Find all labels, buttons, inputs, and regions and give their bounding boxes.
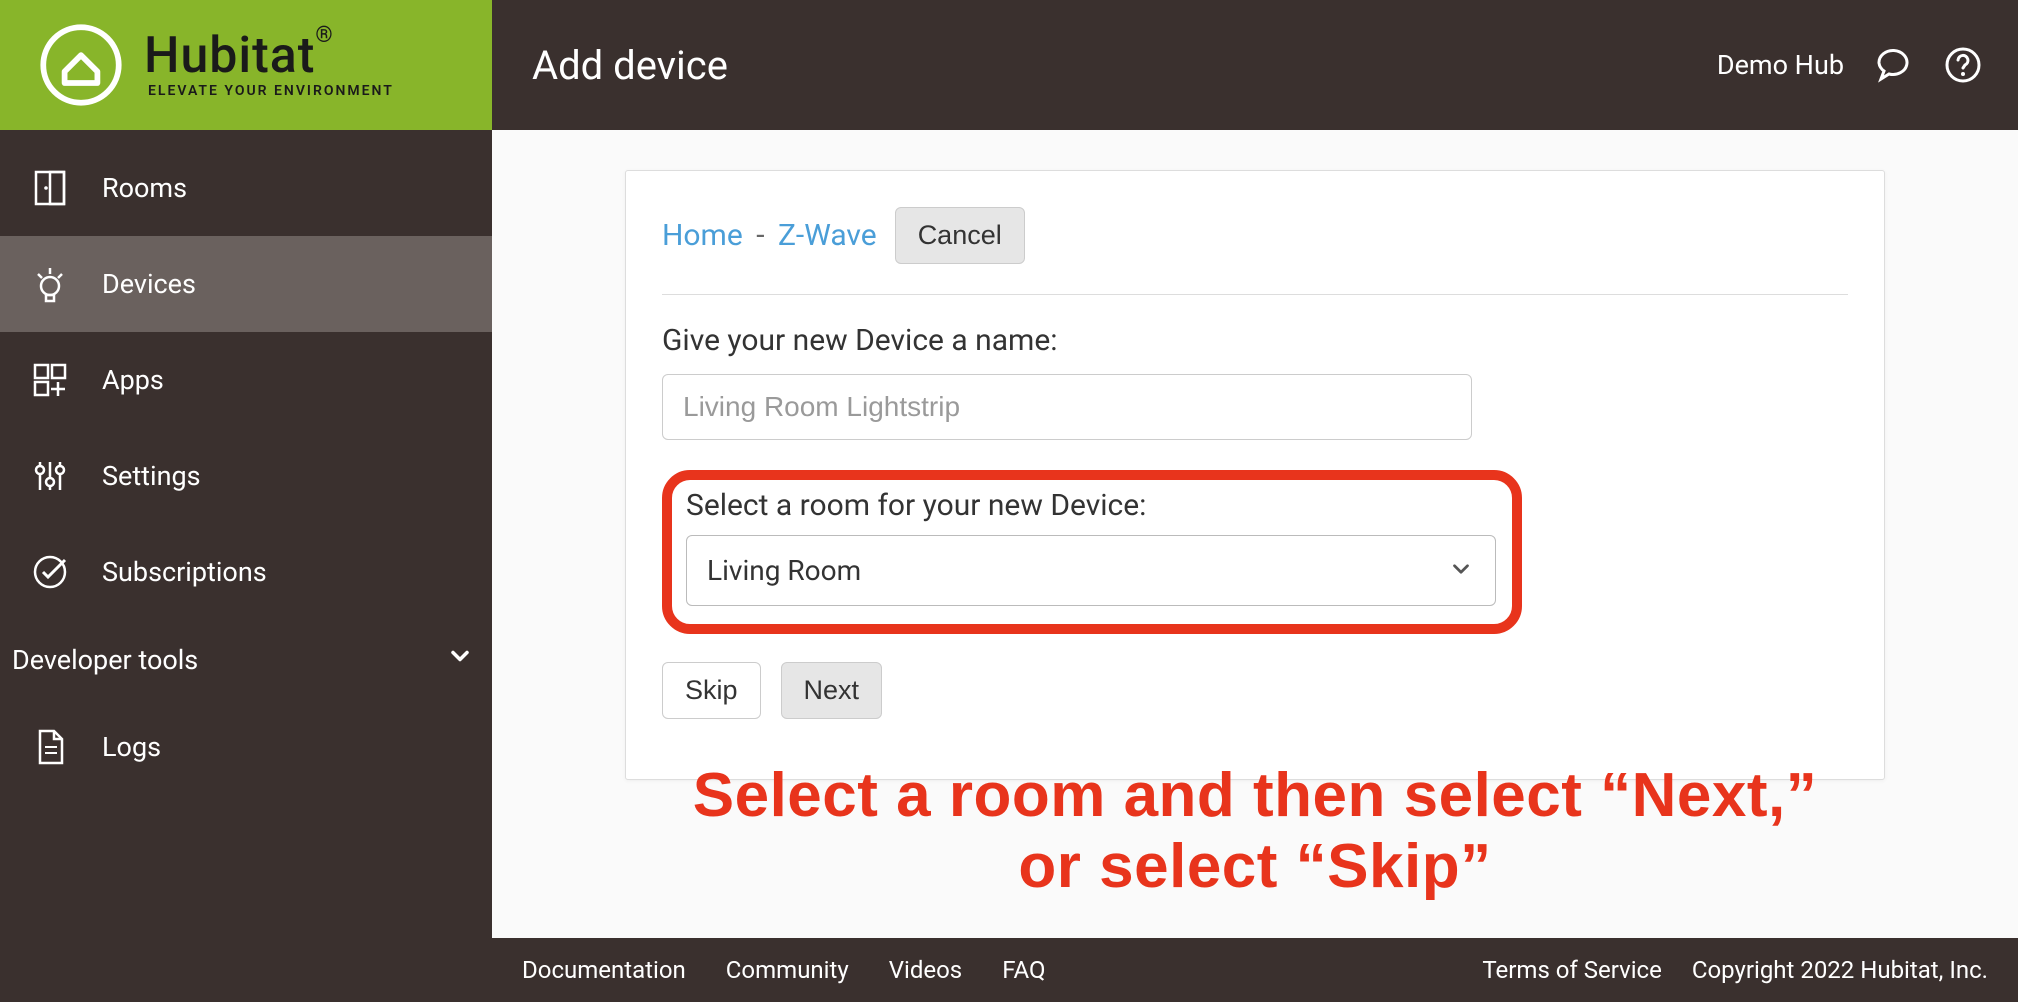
sidebar-item-subscriptions[interactable]: Subscriptions (0, 524, 492, 620)
footer: Documentation Community Videos FAQ Terms… (492, 938, 2018, 1002)
cancel-button[interactable]: Cancel (895, 207, 1025, 264)
sidebar: Hubitat® ELEVATE YOUR ENVIRONMENT Rooms … (0, 0, 492, 1002)
room-highlight-box: Select a room for your new Device: Livin… (662, 470, 1522, 634)
footer-link-faq[interactable]: FAQ (1002, 956, 1045, 984)
sliders-icon (28, 454, 72, 498)
device-name-label: Give your new Device a name: (662, 323, 1848, 358)
content: Home - Z-Wave Cancel Give your new Devic… (492, 130, 2018, 938)
instruction-annotation: Select a room and then select “Next,” or… (542, 760, 1968, 903)
topbar: Add device Demo Hub (492, 0, 2018, 130)
sidebar-item-settings[interactable]: Settings (0, 428, 492, 524)
document-icon (28, 725, 72, 769)
nav: Rooms Devices Apps Settings (0, 130, 492, 1002)
room-select[interactable]: Living Room (686, 535, 1496, 606)
next-button[interactable]: Next (781, 662, 883, 719)
main: Add device Demo Hub Home - Z-Wave (492, 0, 2018, 1002)
bulb-icon (28, 262, 72, 306)
sidebar-item-logs[interactable]: Logs (0, 699, 492, 795)
logo[interactable]: Hubitat® ELEVATE YOUR ENVIRONMENT (0, 0, 492, 130)
section-label: Developer tools (12, 644, 198, 676)
sidebar-section-developer-tools[interactable]: Developer tools (0, 620, 492, 699)
footer-copyright: Copyright 2022 Hubitat, Inc. (1692, 956, 1988, 984)
sidebar-item-label: Logs (102, 731, 161, 763)
device-name-input[interactable] (662, 374, 1472, 440)
door-icon (28, 166, 72, 210)
room-select-label: Select a room for your new Device: (686, 488, 1498, 523)
sidebar-item-label: Apps (102, 364, 164, 396)
sidebar-item-rooms[interactable]: Rooms (0, 140, 492, 236)
footer-link-videos[interactable]: Videos (889, 956, 962, 984)
footer-link-tos[interactable]: Terms of Service (1482, 956, 1661, 984)
footer-link-community[interactable]: Community (726, 956, 849, 984)
chevron-down-icon (446, 642, 474, 677)
hub-name[interactable]: Demo Hub (1717, 49, 1844, 81)
sidebar-item-label: Subscriptions (102, 556, 267, 588)
chat-icon[interactable] (1872, 44, 1914, 86)
sidebar-item-label: Devices (102, 268, 196, 300)
footer-link-documentation[interactable]: Documentation (522, 956, 686, 984)
annotation-line2: or select “Skip” (542, 831, 1968, 902)
help-icon[interactable] (1942, 44, 1984, 86)
sidebar-item-label: Rooms (102, 172, 187, 204)
breadcrumb-zwave[interactable]: Z-Wave (778, 218, 877, 253)
breadcrumb: Home - Z-Wave (662, 218, 877, 253)
skip-button[interactable]: Skip (662, 662, 761, 719)
breadcrumb-row: Home - Z-Wave Cancel (662, 207, 1848, 264)
divider (662, 294, 1848, 295)
logo-icon (40, 24, 122, 106)
sidebar-item-label: Settings (102, 460, 201, 492)
sidebar-item-devices[interactable]: Devices (0, 236, 492, 332)
check-circle-icon (28, 550, 72, 594)
add-device-card: Home - Z-Wave Cancel Give your new Devic… (625, 170, 1885, 780)
page-title: Add device (532, 42, 1717, 89)
breadcrumb-sep: - (756, 218, 764, 253)
breadcrumb-home[interactable]: Home (662, 218, 743, 253)
logo-text: Hubitat® ELEVATE YOUR ENVIRONMENT (144, 31, 394, 99)
sidebar-item-apps[interactable]: Apps (0, 332, 492, 428)
grid-plus-icon (28, 358, 72, 402)
